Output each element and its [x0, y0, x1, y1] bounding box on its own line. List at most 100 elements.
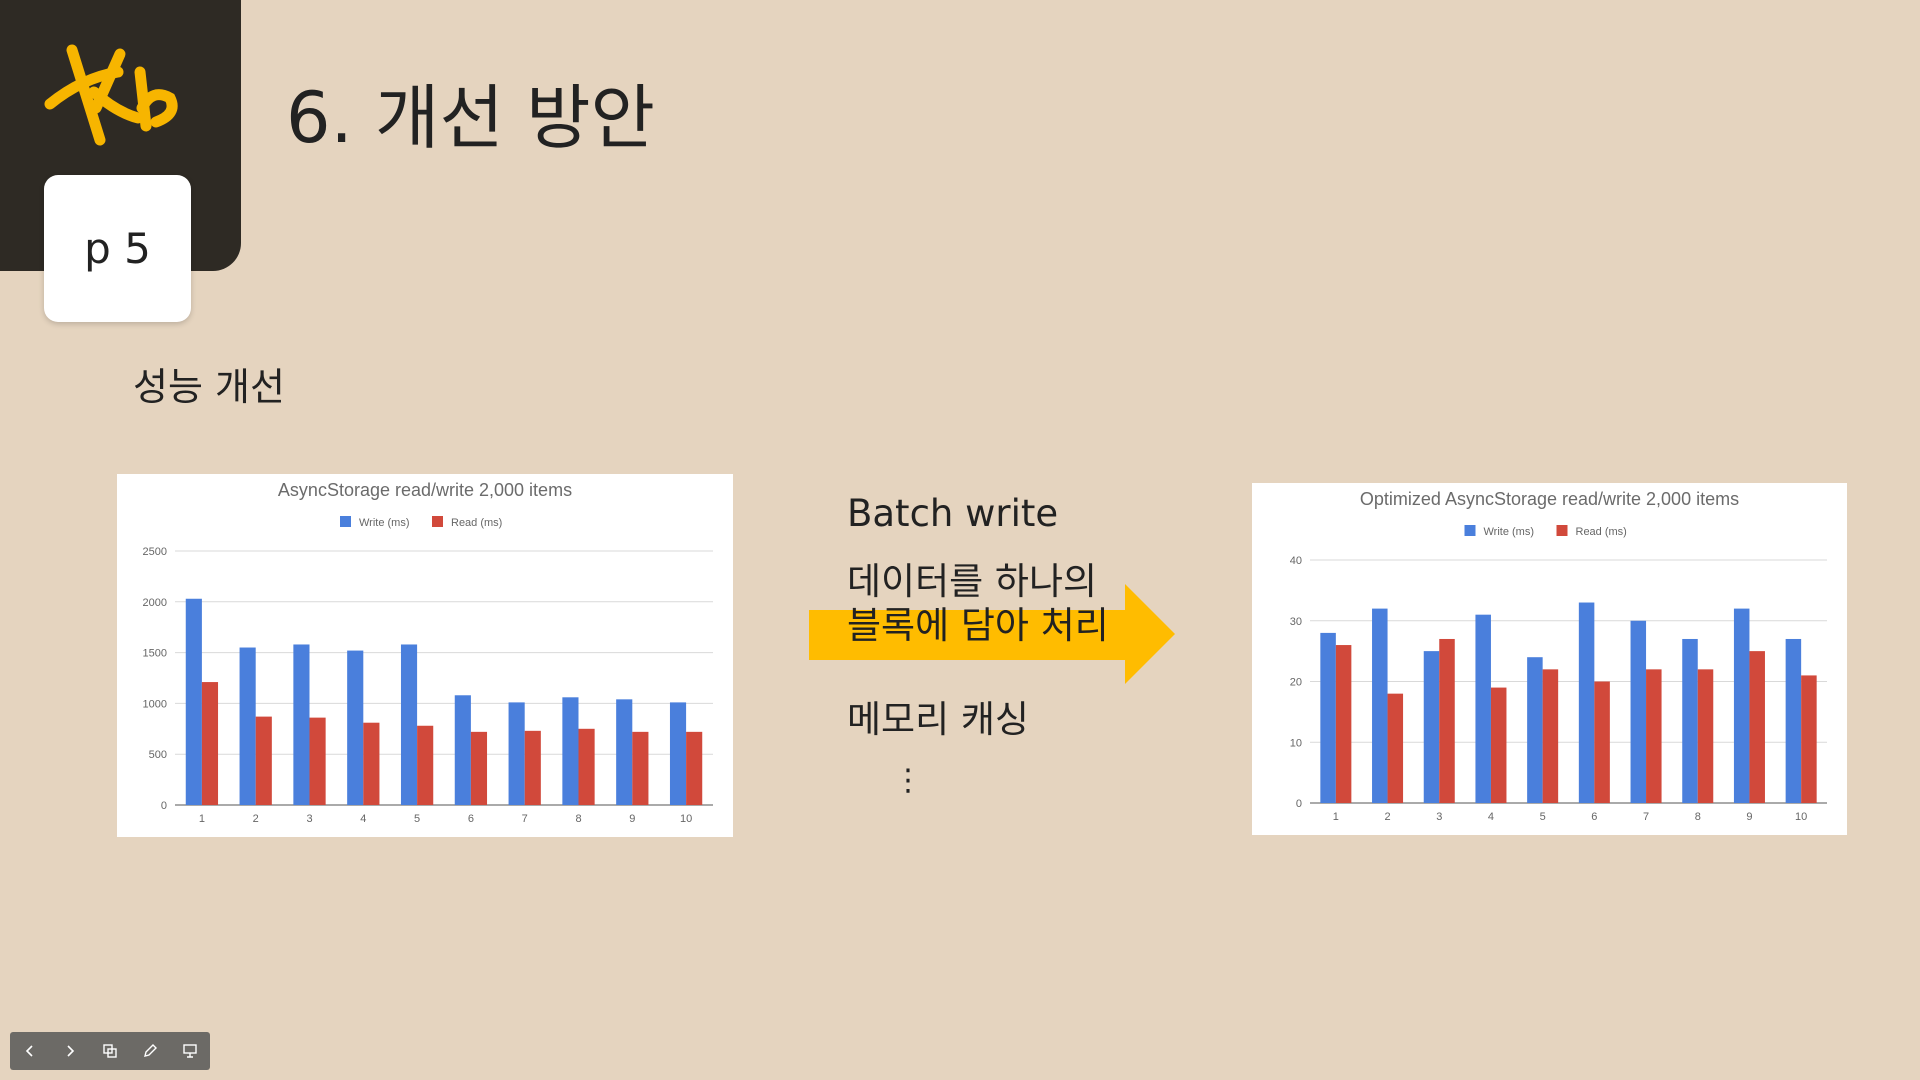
bar-write — [454, 695, 471, 805]
bar-read — [1749, 651, 1765, 803]
x-tick-label: 7 — [1643, 811, 1649, 823]
kb-logo — [44, 44, 178, 146]
chart-title: AsyncStorage read/write 2,000 items — [278, 480, 572, 500]
bar-write — [1423, 651, 1440, 803]
next-slide-button[interactable] — [50, 1032, 90, 1070]
legend-item: Read (ms) — [1556, 525, 1627, 538]
chevron-left-icon — [25, 1045, 33, 1057]
bar-write — [1320, 632, 1336, 803]
x-tick-label: 1 — [1333, 811, 1339, 823]
y-tick-label: 1500 — [143, 648, 167, 660]
y-tick-label: 1000 — [143, 698, 167, 710]
x-tick-label: 8 — [1695, 811, 1701, 823]
x-tick-label: 6 — [1591, 811, 1597, 823]
x-tick-label: 2 — [253, 813, 259, 825]
bar-read — [1646, 669, 1662, 803]
bar-write — [669, 702, 687, 805]
legend-label: Write (ms) — [359, 517, 410, 529]
presentation-toolbar — [10, 1032, 210, 1070]
pen-button[interactable] — [130, 1032, 170, 1070]
prev-slide-button[interactable] — [10, 1032, 50, 1070]
bar-read — [309, 717, 326, 805]
bar-write — [1682, 638, 1698, 803]
x-tick-label: 10 — [1795, 811, 1807, 823]
x-tick-label: 4 — [360, 813, 366, 825]
bullet-batch-write: Batch write — [847, 492, 1059, 535]
bar-read — [1490, 687, 1507, 803]
slides-icon — [103, 1044, 117, 1058]
bar-write — [1578, 602, 1595, 803]
x-tick-label: 7 — [522, 813, 528, 825]
chevron-right-icon — [67, 1045, 75, 1057]
bar-write — [1372, 608, 1388, 803]
bar-write — [347, 650, 364, 805]
x-tick-label: 5 — [1540, 811, 1546, 823]
section-subtitle: 성능 개선 — [133, 365, 285, 409]
legend-label: Write (ms) — [1484, 526, 1535, 538]
chart-before: AsyncStorage read/write 2,000 items Write… — [117, 474, 733, 837]
bar-write — [400, 644, 418, 805]
bar-read — [1439, 638, 1455, 803]
y-tick-label: 0 — [1296, 798, 1302, 810]
presenter-icon — [183, 1044, 197, 1058]
legend-swatch — [432, 516, 443, 527]
slides-overview-button[interactable] — [90, 1032, 130, 1070]
bar-write — [1527, 657, 1543, 803]
x-tick-label: 4 — [1488, 811, 1494, 823]
y-tick-label: 30 — [1290, 616, 1302, 628]
bar-read — [1387, 693, 1404, 803]
bar-read — [578, 728, 595, 805]
bar-write — [508, 702, 525, 805]
legend-item: Write (ms) — [340, 516, 410, 529]
chart-svg: AsyncStorage read/write 2,000 items Write… — [143, 480, 713, 825]
chart-svg: Optimized AsyncStorage read/write 2,000 … — [1290, 489, 1827, 823]
chart-after: Optimized AsyncStorage read/write 2,000 … — [1252, 483, 1847, 835]
bar-read — [201, 682, 219, 805]
bar-read — [686, 731, 703, 805]
legend-item: Write (ms) — [1464, 525, 1535, 538]
bar-read — [1594, 681, 1610, 803]
y-tick-label: 10 — [1290, 737, 1302, 749]
bar-write — [562, 697, 579, 805]
bar-write — [1785, 638, 1802, 803]
y-tick-label: 20 — [1290, 677, 1302, 689]
y-tick-label: 40 — [1290, 555, 1302, 567]
page-title: 6. 개선 방안 — [286, 77, 655, 159]
bar-read — [417, 725, 434, 805]
presenter-view-button[interactable] — [170, 1032, 210, 1070]
bar-read — [1335, 645, 1352, 803]
x-tick-label: 1 — [199, 813, 205, 825]
bar-write — [616, 699, 633, 805]
x-tick-label: 3 — [306, 813, 312, 825]
x-tick-label: 9 — [629, 813, 635, 825]
chart-title: Optimized AsyncStorage read/write 2,000 … — [1360, 489, 1739, 509]
x-tick-label: 8 — [575, 813, 581, 825]
bar-read — [1542, 669, 1559, 803]
legend-label: Read (ms) — [451, 517, 502, 529]
bar-write — [293, 644, 310, 805]
y-tick-label: 500 — [149, 749, 167, 761]
bar-write — [1733, 608, 1750, 803]
page-number-badge: p 5 — [44, 175, 191, 322]
bar-write — [1475, 614, 1491, 803]
x-tick-label: 3 — [1436, 811, 1442, 823]
bar-read — [632, 731, 649, 805]
bar-read — [255, 716, 272, 805]
y-tick-label: 2500 — [143, 546, 167, 558]
bar-write — [239, 647, 256, 805]
bar-read — [1801, 675, 1817, 803]
pen-icon — [144, 1044, 157, 1057]
bar-read — [1697, 669, 1714, 803]
x-tick-label: 10 — [680, 813, 692, 825]
bar-read — [470, 731, 488, 805]
y-tick-label: 0 — [161, 800, 167, 812]
more-ellipsis: ⋮ — [893, 763, 923, 798]
bar-write — [185, 598, 202, 805]
y-tick-label: 2000 — [143, 597, 167, 609]
bar-read — [363, 722, 380, 805]
legend-item: Read (ms) — [432, 516, 502, 529]
x-tick-label: 5 — [414, 813, 420, 825]
bullet-memory-caching: 메모리 캐싱 — [847, 698, 1029, 741]
legend-swatch — [340, 516, 351, 527]
x-tick-label: 9 — [1746, 811, 1752, 823]
